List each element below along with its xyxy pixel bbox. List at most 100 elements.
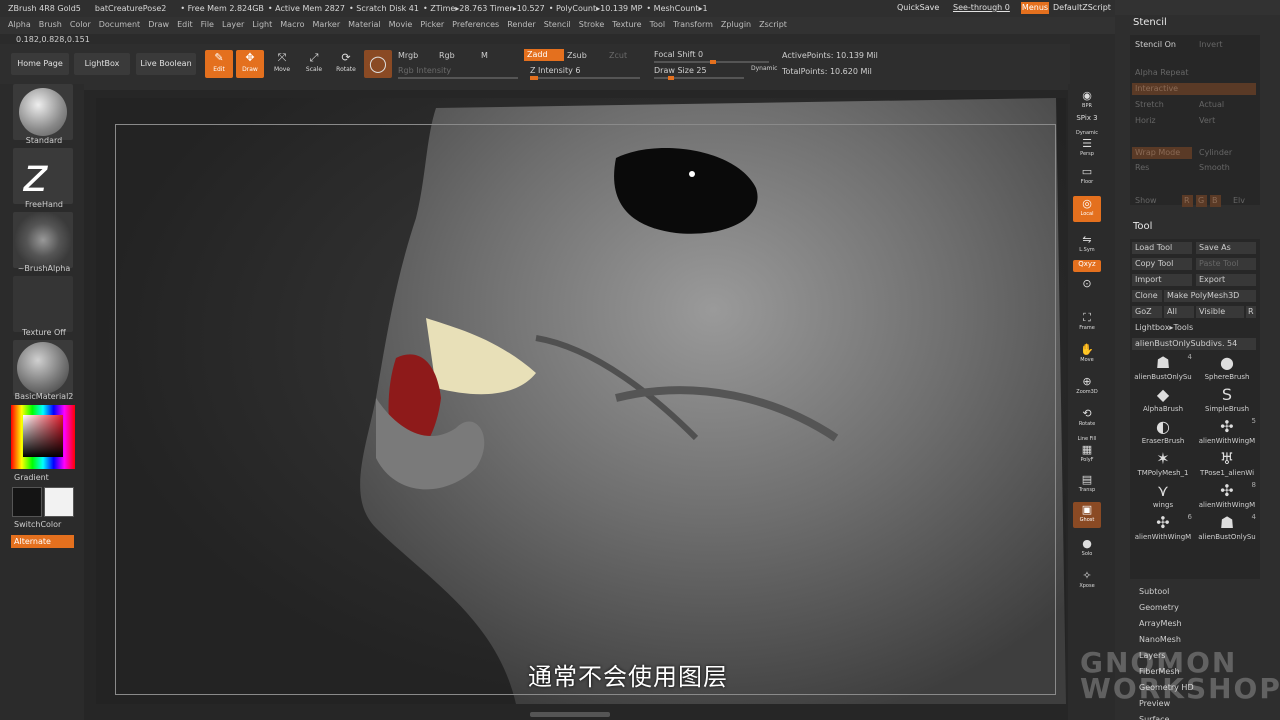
document-area[interactable] [96,98,1066,704]
floor-button[interactable]: ▭ Floor [1073,164,1101,190]
menu-item-marker[interactable]: Marker [312,20,340,29]
menu-item-zscript[interactable]: Zscript [759,20,787,29]
tool-thumbnail[interactable]: ☗ alienBustOnlySu 4 [1132,353,1194,385]
alternate-button[interactable]: Alternate [11,535,74,548]
dynamic-button[interactable]: Dynamic [751,65,777,72]
stencil-b-button[interactable]: B [1210,195,1221,207]
stencil-on-button[interactable]: Stencil On [1132,39,1192,51]
tool-thumbnail[interactable]: ✣ alienWithWingM 6 [1132,513,1194,545]
menu-item-tool[interactable]: Tool [650,20,666,29]
save-as-button[interactable]: Save As [1196,242,1256,254]
tool-thumbnail[interactable]: S SimpleBrush [1196,385,1258,417]
menu-item-color[interactable]: Color [70,20,91,29]
wrap-mode-button[interactable]: Wrap Mode [1132,147,1192,159]
menus-button[interactable]: Menus [1021,2,1049,14]
polyf-button[interactable]: Line Fill ▦ PolyF [1073,436,1101,463]
stencil-r-button[interactable]: R [1182,195,1193,207]
invert-button[interactable]: Invert [1196,39,1256,51]
tool-thumbnail[interactable]: ✣ alienWithWingM 5 [1196,417,1258,449]
solo-button[interactable]: ● Solo [1073,536,1101,562]
tool-thumbnail[interactable]: ☗ alienBustOnlySu 4 [1196,513,1258,545]
actual-button[interactable]: Actual [1196,99,1256,111]
material-thumbnail[interactable] [13,340,73,396]
z-intensity-track[interactable] [530,76,640,80]
menu-item-texture[interactable]: Texture [612,20,641,29]
smooth-slider[interactable]: Smooth [1196,162,1256,174]
menu-item-preferences[interactable]: Preferences [452,20,499,29]
elv-button[interactable]: Elv [1230,195,1256,207]
viewport-canvas[interactable] [84,90,1068,720]
z-intensity-slider[interactable]: Z Intensity 6 [530,66,580,75]
import-button[interactable]: Import [1132,274,1192,286]
main-color-swatch[interactable] [12,487,42,517]
tool-thumbnail[interactable]: ♅ TPose1_alienWi [1196,449,1258,481]
local-button[interactable]: ◎ Local [1073,196,1101,222]
subpalette-geometry[interactable]: Geometry [1139,603,1179,612]
horizontal-scroll-handle[interactable] [530,712,610,717]
frame-button[interactable]: ⛶ Frame [1073,310,1101,336]
texture-thumbnail[interactable] [13,276,73,332]
menu-item-stencil[interactable]: Stencil [544,20,571,29]
lightbox-tools-button[interactable]: Lightbox▸Tools [1132,322,1256,334]
subpalette-subtool[interactable]: Subtool [1139,587,1169,596]
menu-item-layer[interactable]: Layer [222,20,244,29]
ghost-button[interactable]: ▣ Ghost [1073,502,1101,528]
draw-size-slider[interactable]: Draw Size 25 [654,66,707,75]
horiz-button[interactable]: Horiz [1132,115,1192,127]
subpalette-arraymesh[interactable]: ArrayMesh [1139,619,1182,628]
stencil-g-button[interactable]: G [1196,195,1207,207]
menu-item-zplugin[interactable]: Zplugin [721,20,751,29]
secondary-color-swatch[interactable] [44,487,74,517]
focal-shift-slider[interactable]: Focal Shift 0 [654,50,703,59]
rgb-button[interactable]: Rgb [439,51,455,60]
menu-item-transform[interactable]: Transform [673,20,713,29]
m-button[interactable]: M [481,51,488,60]
color-picker[interactable] [11,405,75,469]
zadd-button[interactable]: Zadd [524,49,564,61]
stencil-title[interactable]: Stencil [1133,17,1167,28]
focal-shift-track[interactable] [654,60,769,64]
menu-item-alpha[interactable]: Alpha [8,20,31,29]
see-through-slider[interactable]: See-through 0 [953,3,1010,12]
menu-item-stroke[interactable]: Stroke [579,20,605,29]
alpha-repeat-slider[interactable]: Alpha Repeat [1132,67,1256,79]
persp-button[interactable]: Dynamic ☰ Persp [1073,130,1101,157]
menu-item-document[interactable]: Document [99,20,140,29]
move-button[interactable]: ⤧ Move [268,50,296,78]
color-square[interactable] [23,415,63,457]
copy-tool-button[interactable]: Copy Tool [1132,258,1192,270]
goz-all-button[interactable]: All [1164,306,1194,318]
material-sphere-button[interactable]: ◯ [364,50,392,78]
tool-thumbnail[interactable]: ◆ AlphaBrush [1132,385,1194,417]
menu-item-macro[interactable]: Macro [280,20,304,29]
export-button[interactable]: Export [1196,274,1256,286]
xpose-button[interactable]: ✧ Xpose [1073,568,1101,594]
make-polymesh-button[interactable]: Make PolyMesh3D [1164,290,1256,302]
xyz-button[interactable]: Qxyz [1073,260,1101,272]
goz-r-button[interactable]: R [1246,306,1256,318]
quicksave-button[interactable]: QuickSave [897,3,939,12]
zsub-button[interactable]: Zsub [567,51,587,60]
live-boolean-button[interactable]: Live Boolean [136,53,196,75]
goz-visible-button[interactable]: Visible [1196,306,1244,318]
rotate-axis-icon-group[interactable]: ⊙ [1073,276,1101,302]
clone-button[interactable]: Clone [1132,290,1162,302]
rotate-view-button[interactable]: ⟲ Rotate [1073,406,1101,432]
bpr-button[interactable]: ◉ BPR [1073,88,1101,114]
menu-item-brush[interactable]: Brush [39,20,62,29]
brush-alpha-thumbnail[interactable] [13,212,73,268]
draw-size-track[interactable] [654,76,744,80]
paste-tool-button[interactable]: Paste Tool [1196,258,1256,270]
res-slider[interactable]: Res [1132,162,1192,174]
menu-item-render[interactable]: Render [507,20,535,29]
freehand-stroke-thumbnail[interactable]: z [13,148,73,204]
default-zscript-button[interactable]: DefaultZScript [1053,3,1111,12]
menu-item-draw[interactable]: Draw [148,20,169,29]
standard-brush-thumbnail[interactable] [13,84,73,140]
home-page-button[interactable]: Home Page [11,53,69,75]
stretch-button[interactable]: Stretch [1132,99,1192,111]
cylinder-button[interactable]: Cylinder [1196,147,1256,159]
menu-item-picker[interactable]: Picker [420,20,444,29]
mrgb-button[interactable]: Mrgb [398,51,418,60]
edit-button[interactable]: ✎ Edit [205,50,233,78]
